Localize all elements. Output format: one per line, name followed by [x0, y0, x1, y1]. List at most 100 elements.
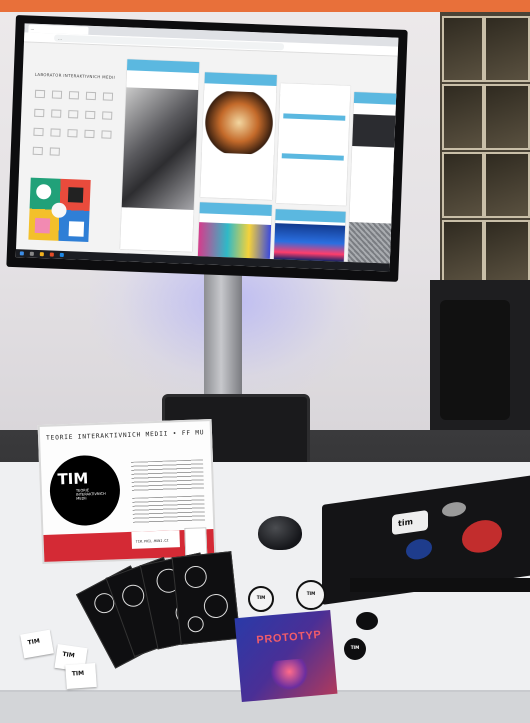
content-card[interactable] [273, 209, 346, 262]
card-heading[interactable] [126, 59, 200, 74]
window-pane [442, 16, 484, 82]
tim-sticker-text: TIM [71, 669, 85, 678]
sidebar-tag[interactable] [33, 127, 44, 137]
sidebar-tag[interactable] [50, 128, 61, 137]
badge-text: TIM [350, 645, 360, 650]
top-orange-strip [0, 0, 530, 12]
computer-mouse[interactable] [258, 516, 302, 550]
app-icon[interactable] [59, 252, 64, 258]
browser-icon[interactable] [49, 252, 54, 257]
placard-university-badge [184, 527, 208, 557]
placard-text-lines [130, 459, 204, 492]
sidebar-tag[interactable] [34, 108, 45, 118]
sidebar-tag[interactable] [84, 129, 95, 139]
sidebar-tag[interactable] [85, 91, 96, 101]
sidebar-artwork-image[interactable] [28, 177, 91, 242]
brochure-graphic [202, 592, 230, 620]
folder-icon[interactable] [39, 252, 44, 257]
window-pane [484, 84, 530, 150]
sidebar-tag[interactable] [101, 111, 112, 120]
laptop-sticker [462, 517, 502, 556]
window-pane [484, 220, 530, 282]
window-pane [442, 220, 484, 282]
sidebar-tag[interactable] [34, 89, 45, 99]
tim-sticker[interactable]: TIM [65, 662, 97, 690]
sidebar-tag[interactable] [68, 91, 79, 100]
zine-title: PROTOTYP [256, 628, 322, 647]
card-video-thumbnail[interactable] [352, 114, 399, 148]
badge-text: TIM [256, 595, 266, 600]
laptop-sticker [406, 537, 432, 562]
sidebar-tag[interactable] [51, 109, 62, 118]
tim-logo-text: TIM [57, 469, 89, 489]
info-placard: TEORIE INTERAKTIVNICH MEDII • FF MU TIM … [37, 419, 217, 564]
sidebar-tag-list [32, 80, 117, 159]
sidebar-tag[interactable] [32, 146, 43, 156]
laptop-sticker-text: tim [398, 517, 413, 529]
card-section-bar [281, 153, 344, 161]
card-image[interactable] [201, 90, 277, 156]
window-pane [484, 152, 530, 218]
brochure-graphic [183, 564, 208, 590]
card-image[interactable] [347, 221, 396, 264]
card-heading[interactable] [353, 92, 399, 105]
laptop-sticker: tim [392, 510, 428, 536]
photo-scene: ... ... LABORATOR INTERAKTIVNICH MEDII T… [0, 0, 530, 723]
brochure-graphic [119, 581, 148, 610]
content-card[interactable] [347, 92, 399, 264]
tv-monitor: ... ... LABORATOR INTERAKTIVNICH MEDII [6, 15, 408, 282]
art-shape [51, 202, 67, 219]
sidebar-title: LABORATOR INTERAKTIVNICH MEDII [34, 71, 116, 80]
badge-pin[interactable]: TIM [296, 580, 326, 610]
tim-logo-subtitle: TEORIE INTERAKTIVNICH MEDII [75, 488, 106, 502]
placard-text-lines [132, 495, 206, 524]
placard-title: TEORIE INTERAKTIVNICH MEDII • FF MU [45, 429, 205, 442]
card-heading[interactable] [204, 72, 277, 87]
sidebar-tag[interactable] [84, 110, 95, 120]
content-card[interactable] [120, 59, 200, 252]
site-header [173, 53, 373, 69]
prototyp-zine[interactable]: PROTOTYP [234, 609, 338, 703]
zine-illustration [268, 658, 311, 692]
tim-sticker-text: TIM [61, 650, 76, 660]
card-section-bar [283, 113, 346, 121]
sidebar-tag[interactable] [102, 92, 113, 101]
sidebar-tag[interactable] [51, 90, 62, 99]
badge-text: TIM [306, 591, 316, 596]
art-shape [68, 221, 85, 237]
art-shape [35, 183, 52, 200]
laptop-keyboard-base [350, 578, 530, 592]
side-chair [440, 300, 510, 420]
card-heading[interactable] [199, 202, 272, 216]
badge-pin[interactable] [356, 612, 378, 630]
window [440, 12, 530, 282]
card-image[interactable] [197, 222, 272, 259]
sidebar-tag[interactable] [67, 129, 78, 138]
tim-sticker-text: TIM [27, 637, 41, 647]
card-heading[interactable] [280, 83, 351, 97]
badge-pin[interactable]: TIM [248, 586, 274, 612]
start-icon[interactable] [19, 251, 24, 256]
window-pane [442, 84, 484, 150]
window-pane [484, 16, 530, 82]
laptop-sticker [442, 500, 466, 519]
sidebar-tag[interactable] [67, 110, 79, 119]
art-shape [67, 187, 84, 203]
content-card[interactable] [275, 83, 351, 206]
content-card[interactable] [200, 72, 277, 200]
window-pane [442, 152, 484, 218]
sidebar-tag[interactable] [49, 147, 60, 156]
card-image[interactable] [121, 87, 199, 210]
tv-screen: ... ... LABORATOR INTERAKTIVNICH MEDII [15, 23, 399, 272]
art-shape [34, 217, 51, 234]
brochure[interactable] [171, 551, 241, 645]
card-image[interactable] [273, 223, 346, 262]
card-heading[interactable] [275, 209, 346, 223]
sidebar-tag[interactable] [101, 130, 112, 139]
search-icon[interactable] [29, 251, 34, 256]
tim-sticker[interactable]: TIM [20, 629, 54, 659]
badge-pin[interactable]: TIM [344, 638, 366, 660]
tim-logo: TIM TEORIE INTERAKTIVNICH MEDII [48, 454, 122, 527]
brochure-graphic [186, 615, 205, 634]
content-card[interactable] [197, 202, 272, 259]
